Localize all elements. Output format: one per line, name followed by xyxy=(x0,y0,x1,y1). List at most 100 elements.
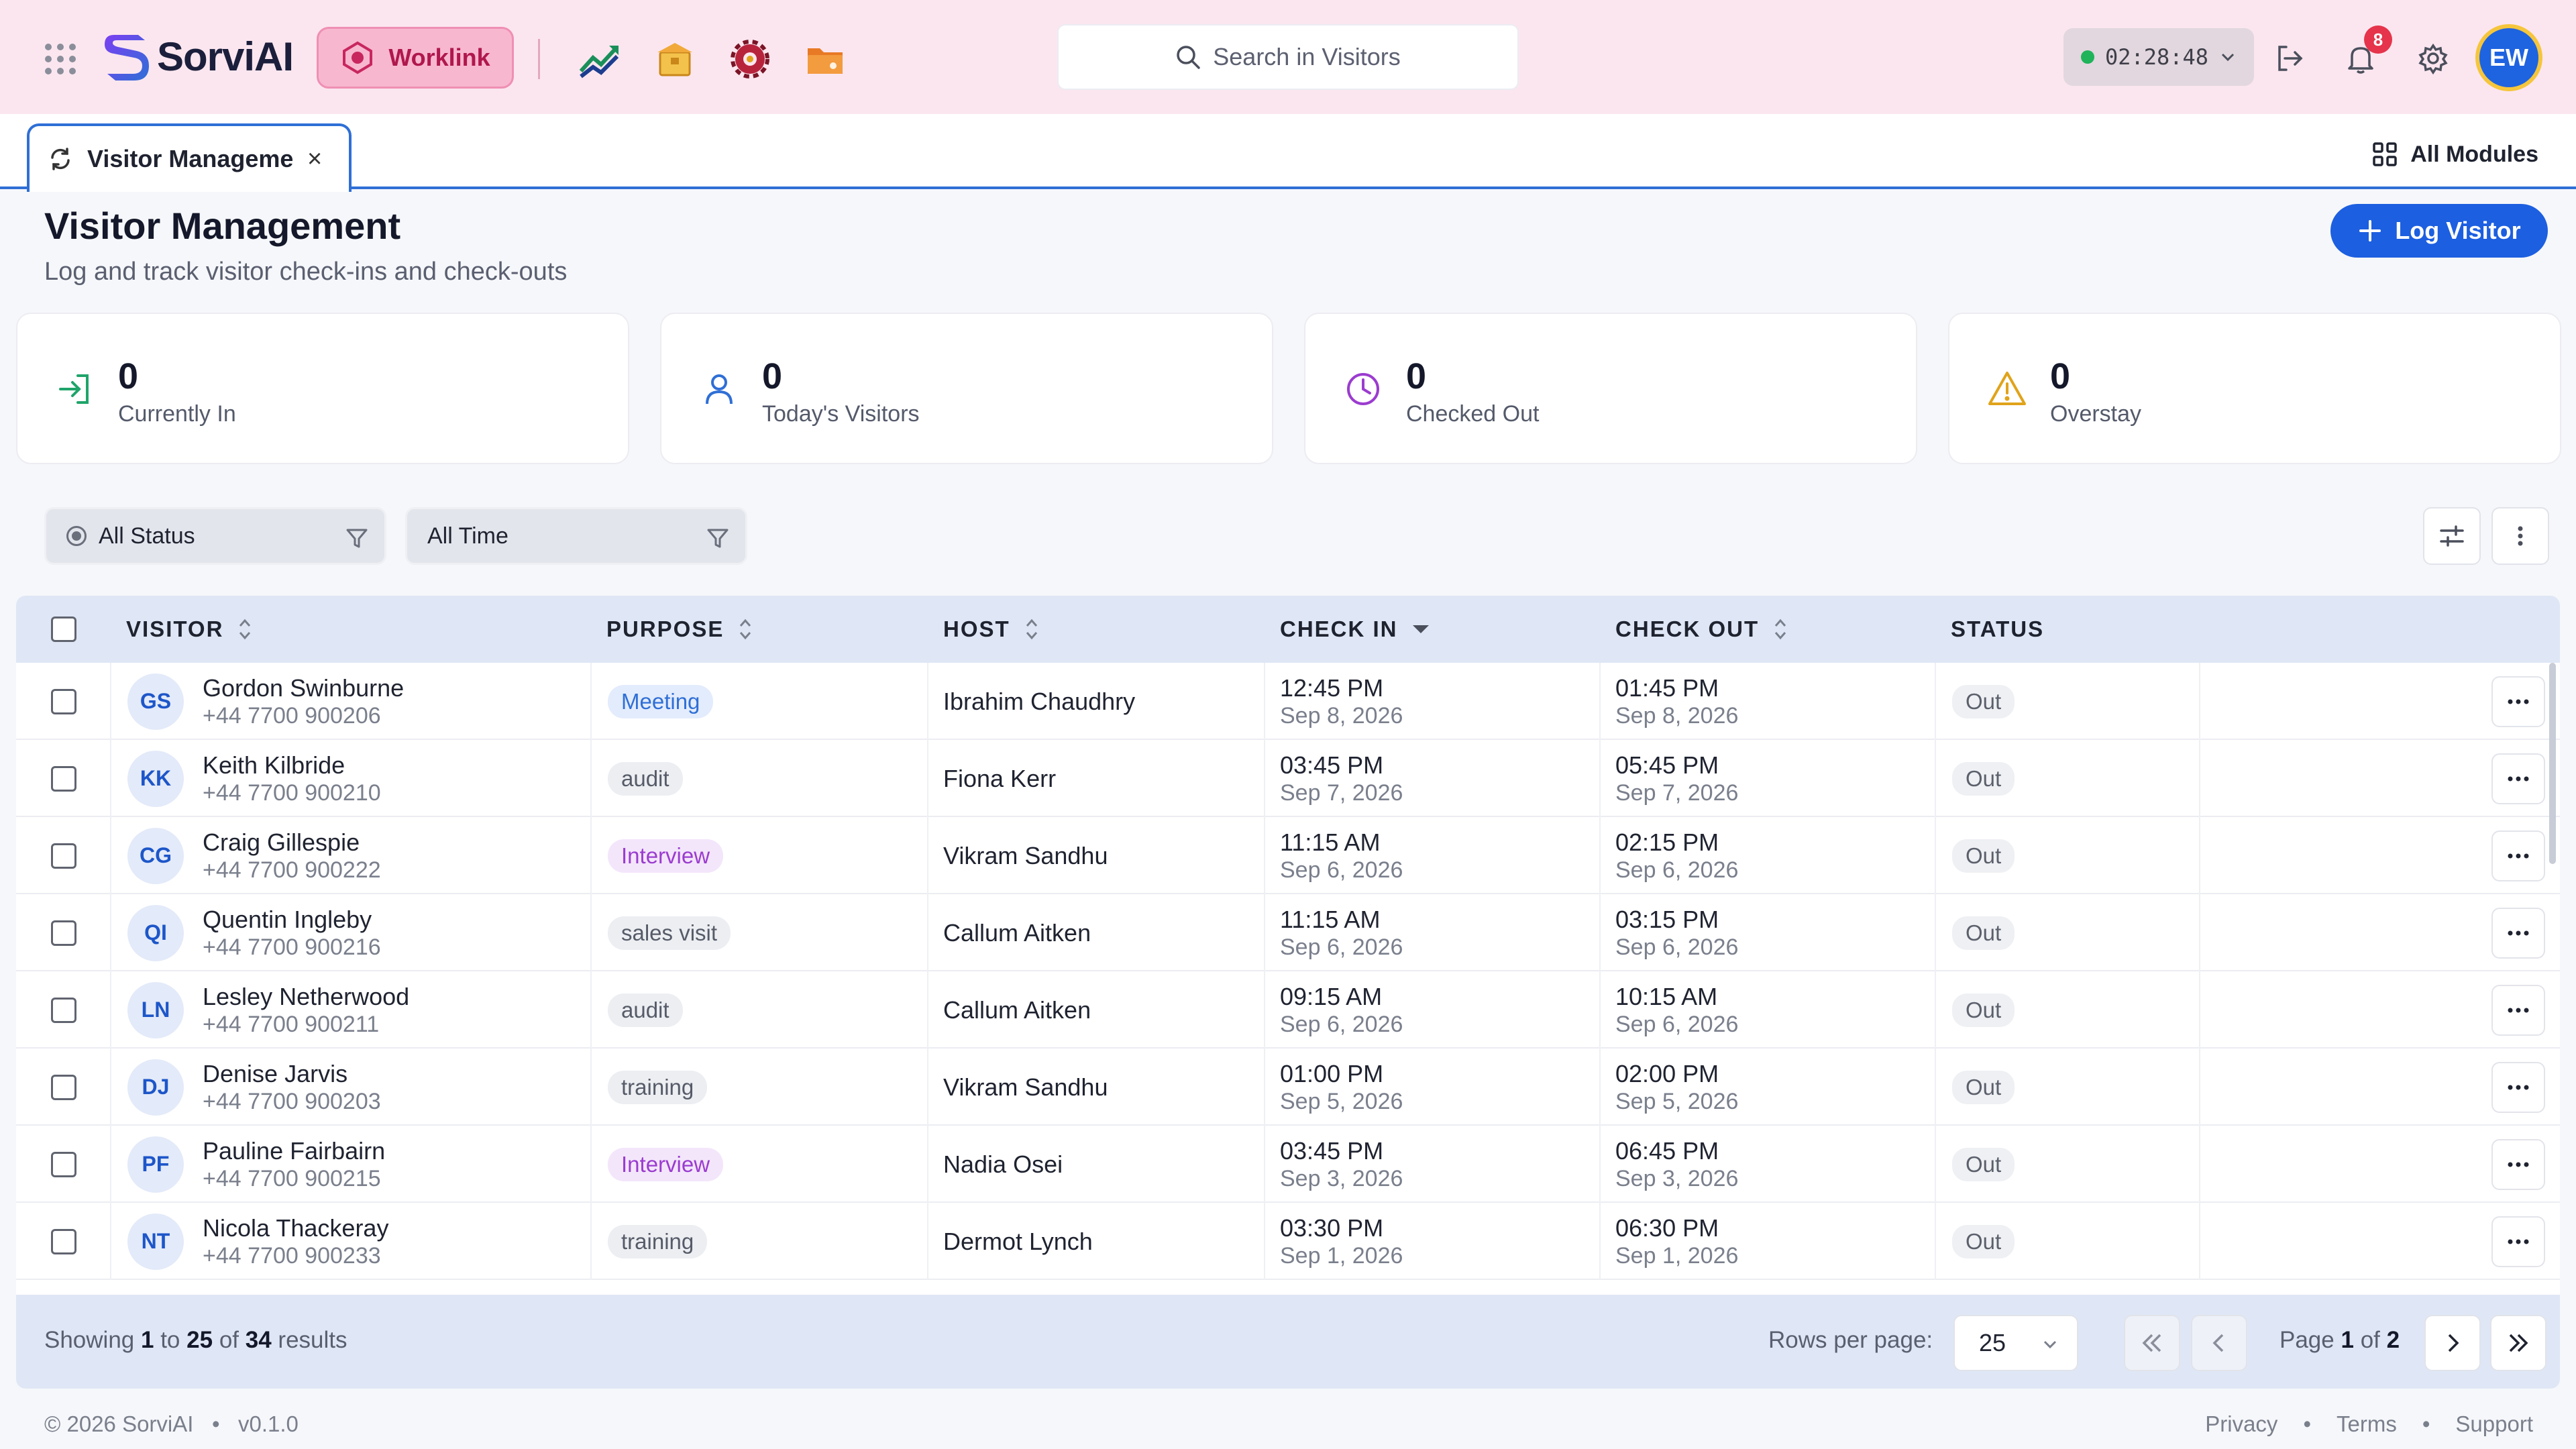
row-actions-button[interactable] xyxy=(2491,753,2545,804)
column-header-status: STATUS xyxy=(1951,596,2044,663)
tab-visitor-management[interactable]: Visitor Management × xyxy=(27,123,352,192)
more-horizontal-icon xyxy=(2508,1162,2529,1167)
user-icon xyxy=(699,369,739,409)
actions-cell xyxy=(2491,1049,2545,1126)
gear-icon[interactable] xyxy=(2416,42,2450,75)
column-settings-button[interactable] xyxy=(2423,507,2481,565)
row-actions-button[interactable] xyxy=(2491,676,2545,727)
status-filter[interactable]: All Status xyxy=(44,507,386,565)
analytics-app-icon[interactable] xyxy=(578,38,621,80)
row-checkbox[interactable] xyxy=(51,765,76,792)
stat-value: 0 xyxy=(1406,356,1427,396)
check-in-cell: 11:15 AM Sep 6, 2026 xyxy=(1280,817,1403,894)
logo-mark-icon xyxy=(105,35,149,80)
more-horizontal-icon xyxy=(2508,776,2529,781)
row-checkbox[interactable] xyxy=(51,1151,76,1177)
column-header-host[interactable]: HOST xyxy=(943,596,1040,663)
host-cell: Ibrahim Chaudhry xyxy=(943,663,1135,740)
row-actions-button[interactable] xyxy=(2491,1216,2545,1267)
table-row[interactable]: KK Keith Kilbride +44 7700 900210 audit … xyxy=(16,740,2560,817)
column-header-check-out[interactable]: CHECK OUT xyxy=(1615,596,1788,663)
range-from: 1 xyxy=(141,1327,154,1353)
sort-icon xyxy=(740,619,751,640)
visitor-name[interactable]: Keith Kilbride xyxy=(203,751,381,780)
visitor-name[interactable]: Pauline Fairbairn xyxy=(203,1136,385,1165)
user-avatar[interactable]: EW xyxy=(2475,24,2542,91)
column-divider xyxy=(590,817,592,894)
terms-link[interactable]: Terms xyxy=(2337,1411,2397,1437)
support-link[interactable]: Support xyxy=(2455,1411,2533,1437)
first-page-button[interactable] xyxy=(2124,1315,2180,1371)
column-divider xyxy=(927,740,928,817)
column-divider xyxy=(1264,817,1265,894)
table-row[interactable]: PF Pauline Fairbairn +44 7700 900215 Int… xyxy=(16,1126,2560,1203)
more-options-button[interactable] xyxy=(2491,507,2549,565)
row-actions-button[interactable] xyxy=(2491,1061,2545,1113)
app-launcher-icon[interactable] xyxy=(42,40,79,78)
close-icon[interactable]: × xyxy=(307,145,322,174)
table-row[interactable]: QI Quentin Ingleby +44 7700 900216 sales… xyxy=(16,894,2560,971)
purpose-badge: Interview xyxy=(608,1147,724,1181)
visitor-phone: +44 7700 900216 xyxy=(203,934,381,960)
session-timer[interactable]: 02:28:48 xyxy=(2063,28,2254,86)
column-header-visitor[interactable]: VISITOR xyxy=(126,596,253,663)
visitor-name[interactable]: Lesley Netherwood xyxy=(203,982,409,1011)
previous-page-button[interactable] xyxy=(2191,1315,2247,1371)
row-checkbox[interactable] xyxy=(51,1074,76,1100)
row-checkbox[interactable] xyxy=(51,843,76,869)
worklink-button[interactable]: Worklink xyxy=(317,27,514,89)
status-badge: Out xyxy=(1952,1224,2015,1258)
status-cell: Out xyxy=(1952,1126,2015,1203)
row-checkbox[interactable] xyxy=(51,997,76,1023)
table-row[interactable]: GS Gordon Swinburne +44 7700 900206 Meet… xyxy=(16,663,2560,740)
log-visitor-button[interactable]: Log Visitor xyxy=(2330,204,2548,258)
folder-app-icon[interactable] xyxy=(804,38,847,80)
column-divider xyxy=(1935,817,1936,894)
table-scrollbar[interactable] xyxy=(2549,663,2556,864)
row-checkbox[interactable] xyxy=(51,920,76,946)
last-page-button[interactable] xyxy=(2490,1315,2546,1371)
check-out-time: 02:15 PM xyxy=(1615,828,1719,856)
rows-per-page-select[interactable]: 25 xyxy=(1953,1315,2078,1371)
row-checkbox[interactable] xyxy=(51,1228,76,1254)
inventory-app-icon[interactable] xyxy=(653,38,696,80)
row-actions-button[interactable] xyxy=(2491,907,2545,959)
check-out-cell: 10:15 AM Sep 6, 2026 xyxy=(1615,971,1738,1049)
table-row[interactable]: LN Lesley Netherwood +44 7700 900211 aud… xyxy=(16,971,2560,1049)
check-out-time: 10:15 AM xyxy=(1615,982,1718,1010)
row-checkbox[interactable] xyxy=(51,688,76,714)
brand-logo[interactable]: SorviAI xyxy=(101,30,294,83)
column-header-check-in[interactable]: CHECK IN xyxy=(1280,596,1430,663)
more-horizontal-icon xyxy=(2508,699,2529,704)
row-actions-button[interactable] xyxy=(2491,830,2545,881)
filter-icon xyxy=(346,529,368,548)
all-modules-button[interactable]: All Modules xyxy=(2371,134,2538,174)
table-row[interactable]: CG Craig Gillespie +44 7700 900222 Inter… xyxy=(16,817,2560,894)
table-row[interactable]: DJ Denise Jarvis +44 7700 900203 trainin… xyxy=(16,1049,2560,1126)
check-out-time: 01:45 PM xyxy=(1615,674,1719,702)
visitor-name[interactable]: Gordon Swinburne xyxy=(203,674,404,702)
visitor-name[interactable]: Denise Jarvis xyxy=(203,1059,381,1088)
column-divider xyxy=(1599,663,1601,740)
row-actions-button[interactable] xyxy=(2491,984,2545,1036)
row-actions-button[interactable] xyxy=(2491,1138,2545,1190)
host-cell: Callum Aitken xyxy=(943,894,1091,971)
select-all-checkbox[interactable] xyxy=(51,616,76,642)
status-cell: Out xyxy=(1952,1049,2015,1126)
visitor-name[interactable]: Quentin Ingleby xyxy=(203,905,381,934)
column-divider xyxy=(2199,1203,2200,1280)
next-page-button[interactable] xyxy=(2424,1315,2481,1371)
grid-icon xyxy=(2373,142,2397,166)
logout-icon[interactable] xyxy=(2273,42,2306,75)
host-cell: Vikram Sandhu xyxy=(943,1049,1108,1126)
privacy-link[interactable]: Privacy xyxy=(2205,1411,2277,1437)
search-input[interactable]: Search in Visitors xyxy=(1057,24,1519,90)
visitor-phone: +44 7700 900222 xyxy=(203,857,381,883)
column-header-purpose[interactable]: PURPOSE xyxy=(606,596,753,663)
table-row[interactable]: NT Nicola Thackeray +44 7700 900233 trai… xyxy=(16,1203,2560,1280)
column-divider xyxy=(927,1049,928,1126)
settings-app-icon[interactable] xyxy=(729,38,771,80)
visitor-name[interactable]: Nicola Thackeray xyxy=(203,1214,388,1242)
time-filter[interactable]: All Time xyxy=(405,507,747,565)
visitor-name[interactable]: Craig Gillespie xyxy=(203,828,381,857)
